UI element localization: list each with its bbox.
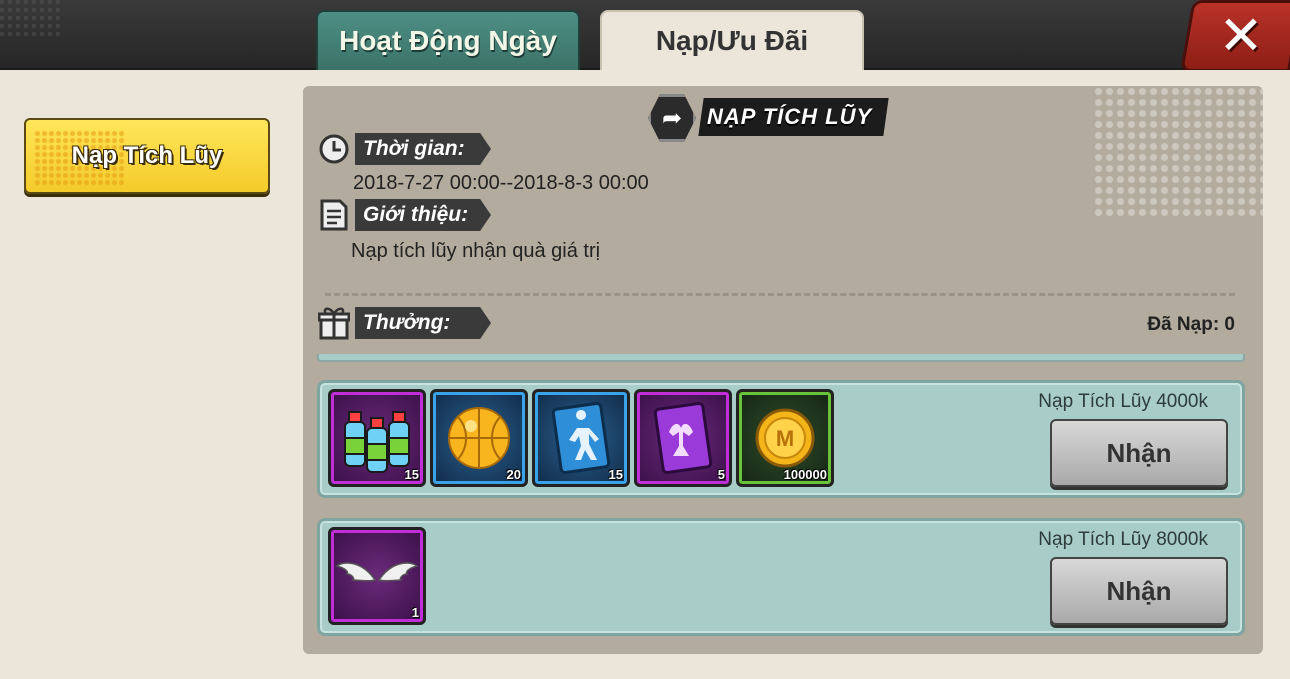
share-arrow-icon: ➦ — [648, 94, 696, 142]
reward-tier: 1 Nạp Tích Lũy 8000k Nhận — [317, 518, 1245, 636]
reward-item[interactable]: 15 — [328, 389, 426, 487]
item-quantity: 15 — [608, 467, 623, 482]
event-title-banner: NẠP TÍCH LŨY — [698, 98, 889, 136]
event-panel: ➦ NẠP TÍCH LŨY Thời gian: 2018-7-27 00:0… — [303, 86, 1263, 654]
reward-label-row: Thưởng: — [317, 306, 491, 340]
gold-coin-icon: M — [755, 408, 815, 468]
close-button[interactable]: ✕ — [1180, 0, 1290, 72]
reward-tier: 15 20 15 5 M 100000 Nạp Tích Lũy 4000k N… — [317, 380, 1245, 498]
gift-icon — [317, 306, 351, 340]
claim-button[interactable]: Nhận — [1050, 557, 1228, 625]
divider — [325, 293, 1235, 296]
claim-button[interactable]: Nhận — [1050, 419, 1228, 487]
document-icon — [317, 198, 351, 232]
sidebar-item-cumulative-topup[interactable]: Nạp Tích Lũy — [24, 118, 270, 194]
corner-decoration — [0, 0, 60, 40]
reward-label: Thưởng: — [355, 307, 491, 339]
energy-drink-icon — [344, 411, 410, 473]
svg-text:M: M — [776, 426, 794, 451]
item-quantity: 5 — [717, 467, 725, 482]
item-quantity: 100000 — [783, 467, 827, 482]
reward-item[interactable]: 15 — [532, 389, 630, 487]
reward-item[interactable]: 1 — [328, 527, 426, 625]
muscle-card-icon — [653, 401, 713, 475]
list-top-edge — [317, 354, 1245, 362]
sidebar-item-label: Nạp Tích Lũy — [71, 142, 223, 169]
intro-value: Nạp tích lũy nhận quà giá trị — [351, 240, 601, 262]
recharged-amount: Đã Nạp: 0 — [1147, 314, 1235, 335]
intro-label: Giới thiệu: — [355, 199, 491, 231]
golden-basketball-icon — [448, 407, 510, 469]
player-card-icon — [551, 401, 611, 475]
close-x-icon: ✕ — [1218, 6, 1264, 66]
item-quantity: 20 — [506, 467, 521, 482]
event-title: NẠP TÍCH LŨY — [707, 104, 873, 129]
clock-icon — [317, 132, 351, 166]
tab-daily-activities[interactable]: Hoạt Động Ngày — [316, 10, 580, 70]
reward-item[interactable]: M 100000 — [736, 389, 834, 487]
intro-label-row: Giới thiệu: — [317, 198, 491, 232]
item-quantity: 15 — [404, 467, 419, 482]
time-value: 2018-7-27 00:00--2018-8-3 00:00 — [353, 172, 649, 194]
time-label-row: Thời gian: — [317, 132, 491, 166]
tier-title: Nạp Tích Lũy 8000k — [1038, 529, 1208, 550]
reward-item[interactable]: 20 — [430, 389, 528, 487]
tier-title: Nạp Tích Lũy 4000k — [1038, 391, 1208, 412]
halftone-decoration — [1093, 86, 1263, 216]
angel-wings-icon — [335, 562, 419, 582]
reward-item[interactable]: 5 — [634, 389, 732, 487]
time-label: Thời gian: — [355, 133, 491, 165]
item-quantity: 1 — [411, 605, 419, 620]
tab-topup-offers[interactable]: Nạp/Ưu Đãi — [600, 10, 864, 70]
